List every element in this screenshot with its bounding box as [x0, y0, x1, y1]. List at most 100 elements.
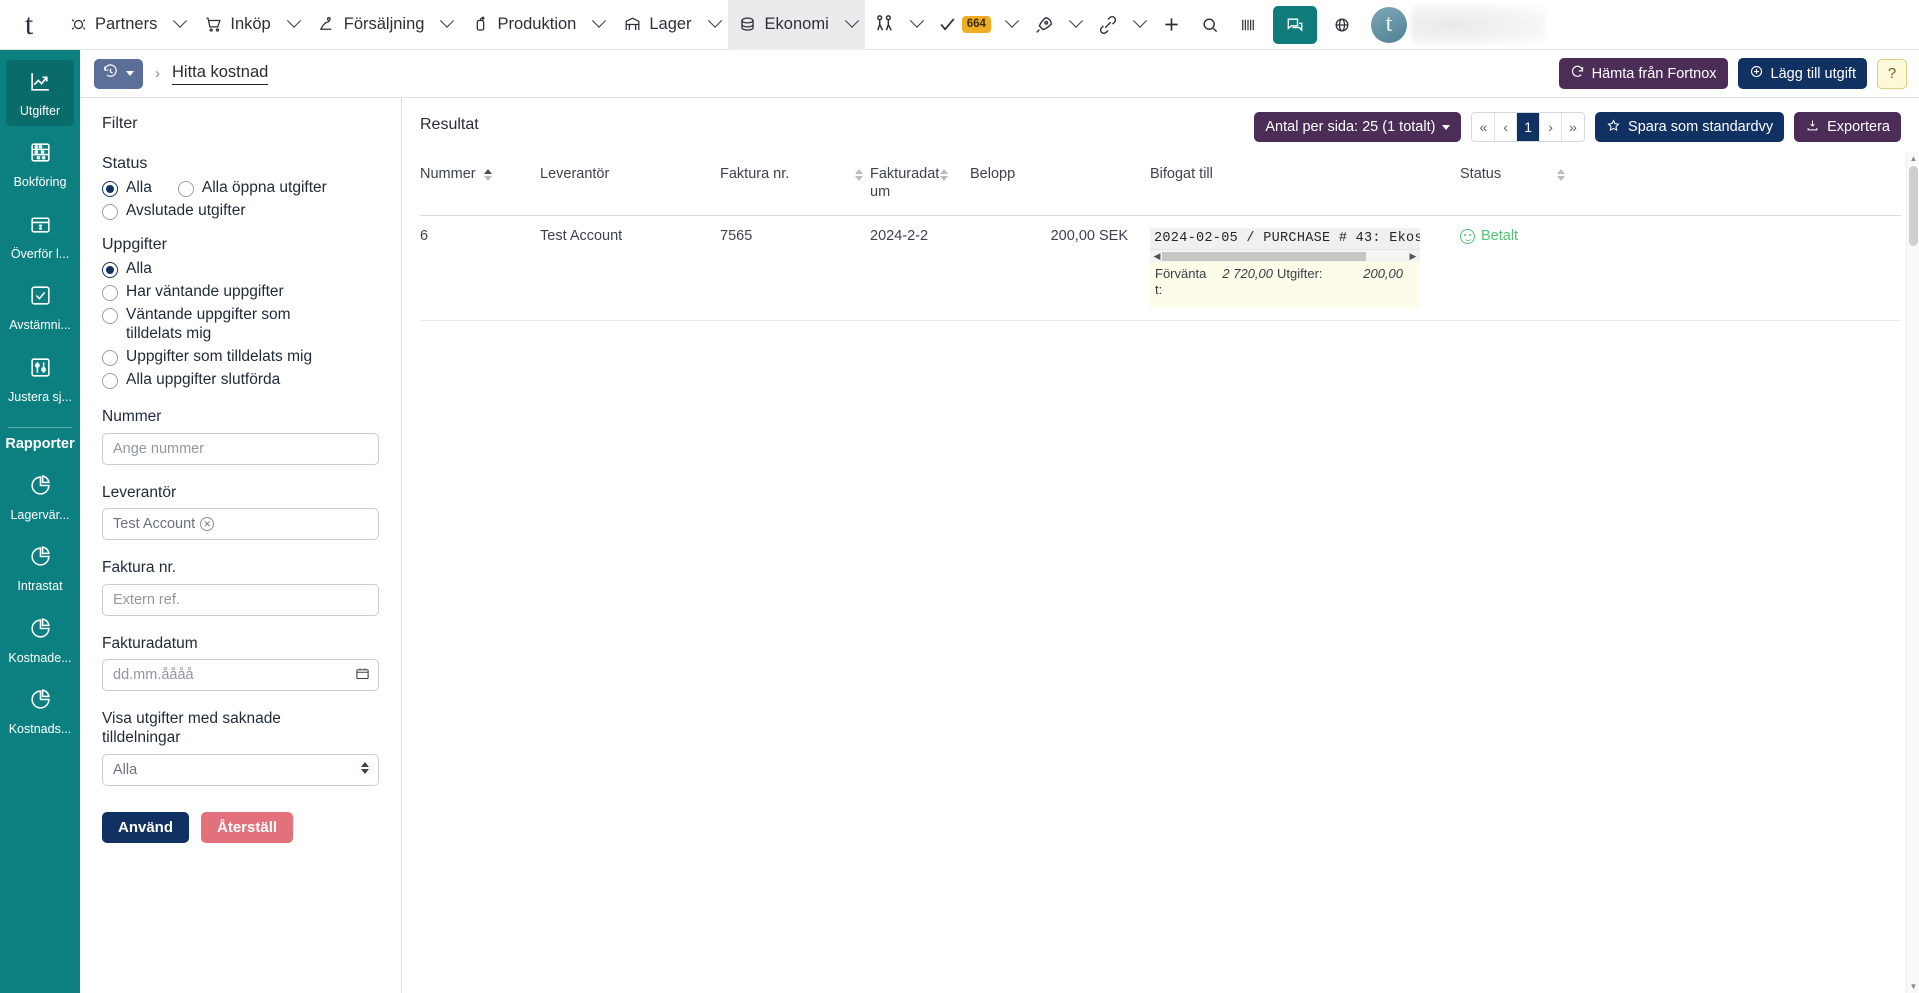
reset-button[interactable]: Återställ [201, 812, 293, 843]
radio-input[interactable] [102, 373, 118, 389]
sidebar-item-label: Bokföring [14, 175, 67, 189]
globe-icon[interactable] [1323, 0, 1361, 50]
box-dollar-icon [28, 212, 53, 242]
sort-icon[interactable] [940, 169, 949, 181]
tasks-option-tilldelats-mig[interactable]: Uppgifter som tilldelats mig [102, 347, 379, 367]
column-header-leverantor[interactable]: Leverantör [540, 152, 720, 216]
pagination-next[interactable]: › [1540, 113, 1562, 141]
nav-menu-inkop[interactable]: Inköp [193, 0, 280, 50]
invoice-date-input[interactable] [102, 659, 379, 691]
number-field-label: Nummer [102, 407, 379, 426]
fetch-fortnox-button[interactable]: Hämta från Fortnox [1559, 58, 1728, 89]
column-header-nummer[interactable]: Nummer [420, 152, 540, 216]
scroll-thumb[interactable] [1162, 252, 1366, 261]
page-title[interactable]: Hitta kostnad [172, 63, 268, 85]
link-caret[interactable] [1127, 0, 1153, 50]
invoice-no-input[interactable] [102, 584, 379, 616]
sidebar-item-utgifter[interactable]: Utgifter [6, 60, 74, 126]
history-button[interactable] [94, 59, 143, 89]
sort-icon[interactable] [1557, 169, 1566, 181]
missing-alloc-select[interactable]: Alla [102, 754, 379, 786]
tasks-caret[interactable] [999, 0, 1025, 50]
sidebar-item-bokforing[interactable]: Bokföring [6, 131, 74, 197]
scroll-track[interactable] [1162, 252, 1408, 261]
sidebar-item-lagervarde[interactable]: Lagervär... [6, 464, 74, 530]
nav-caret-ekonomi[interactable] [839, 0, 865, 50]
search-icon[interactable] [1191, 0, 1229, 50]
clear-circle-icon[interactable]: ✕ [200, 517, 214, 531]
radio-input[interactable] [102, 181, 118, 197]
nav-caret-partners[interactable] [167, 0, 193, 50]
tasks-option-har-vantande[interactable]: Har väntande uppgifter [102, 282, 379, 302]
export-button[interactable]: Exportera [1794, 112, 1901, 142]
radio-input[interactable] [102, 262, 118, 278]
nav-menu-forsaljning[interactable]: Försäljning [307, 0, 435, 50]
people-caret[interactable] [904, 0, 930, 50]
link-icon[interactable] [1089, 0, 1127, 50]
tasks-check-button[interactable]: 664 [930, 0, 999, 50]
nav-caret-forsaljning[interactable] [434, 0, 460, 50]
chat-icon[interactable] [1273, 6, 1317, 44]
pagination-last[interactable]: » [1562, 113, 1584, 141]
supplier-input[interactable]: Test Account ✕ [102, 508, 379, 540]
column-header-faktura-nr[interactable]: Faktura nr. [720, 152, 870, 216]
sidebar-item-intrastat[interactable]: Intrastat [6, 535, 74, 601]
pagination-first[interactable]: « [1472, 113, 1495, 141]
sidebar-item-overfor[interactable]: Överför l... [6, 203, 74, 269]
radio-input[interactable] [102, 204, 118, 220]
radio-input[interactable] [102, 308, 118, 324]
sidebar-item-kostnader[interactable]: Kostnade... [6, 607, 74, 673]
scroll-right-icon[interactable]: ▶ [1408, 251, 1418, 262]
status-option-alla-oppna[interactable]: Alla öppna utgifter [178, 178, 327, 198]
scroll-thumb[interactable] [1909, 166, 1918, 246]
user-avatar[interactable]: t [1371, 7, 1407, 43]
column-header-belopp[interactable]: Belopp [970, 152, 1150, 216]
nav-caret-produktion[interactable] [586, 0, 612, 50]
status-option-avslutade[interactable]: Avslutade utgifter [102, 201, 379, 221]
sidebar-item-avstamning[interactable]: Avstämni... [6, 274, 74, 340]
pagination-page-1[interactable]: 1 [1517, 113, 1540, 141]
nav-menu-partners[interactable]: Partners [58, 0, 167, 50]
rocket-icon[interactable] [1025, 0, 1063, 50]
apply-button[interactable]: Använd [102, 812, 189, 843]
tasks-option-slutforda[interactable]: Alla uppgifter slutförda [102, 370, 379, 390]
nav-menu-lager[interactable]: Lager [612, 0, 701, 50]
scroll-up-icon[interactable]: ▲ [1909, 154, 1918, 163]
nav-caret-lager[interactable] [702, 0, 728, 50]
radio-input[interactable] [178, 181, 194, 197]
radio-input[interactable] [102, 350, 118, 366]
add-expense-button[interactable]: Lägg till utgift [1738, 58, 1867, 89]
number-input[interactable] [102, 433, 379, 465]
attachment-hscrollbar[interactable]: ◀ ▶ [1150, 249, 1420, 262]
brand-logo[interactable]: t [0, 0, 58, 50]
help-button[interactable]: ? [1877, 59, 1907, 89]
sidebar-item-kostnadsstallen[interactable]: Kostnads... [6, 678, 74, 744]
rocket-caret[interactable] [1063, 0, 1089, 50]
sort-icon[interactable] [484, 169, 493, 181]
save-default-view-button[interactable]: Spara som standardvy [1595, 112, 1784, 142]
barcode-icon[interactable] [1229, 0, 1267, 50]
nav-menu-ekonomi[interactable]: Ekonomi [728, 0, 839, 50]
per-page-dropdown[interactable]: Antal per sida: 25 (1 totalt) [1254, 112, 1461, 142]
column-header-fakturadatum[interactable]: Fakturadat um [870, 152, 970, 216]
column-header-bifogat-till[interactable]: Bifogat till [1150, 152, 1460, 216]
people-icon[interactable] [865, 0, 904, 50]
top-navigation: t Partners Inköp Försäljning Produktion … [0, 0, 1919, 50]
scroll-down-icon[interactable]: ▼ [1909, 982, 1918, 991]
attachment-header[interactable]: 2024-02-05 / PURCHASE # 43: Ekosh [1150, 228, 1420, 249]
nav-menu-produktion[interactable]: Produktion [460, 0, 586, 50]
nav-caret-inkop[interactable] [281, 0, 307, 50]
pagination-prev[interactable]: ‹ [1495, 113, 1517, 141]
table-row[interactable]: 6 Test Account 7565 2024-2-2 200,00 SEK … [420, 216, 1901, 320]
sort-icon[interactable] [855, 169, 864, 181]
plus-icon[interactable] [1153, 0, 1191, 50]
sidebar-item-justera[interactable]: Justera sj... [6, 346, 74, 412]
tasks-option-vantande-tilldelats[interactable]: Väntande uppgifter som tilldelats mig [102, 305, 379, 344]
column-header-status[interactable]: Status [1460, 152, 1901, 216]
scroll-left-icon[interactable]: ◀ [1152, 251, 1162, 262]
calendar-icon[interactable] [355, 666, 370, 686]
tasks-option-alla[interactable]: Alla [102, 259, 379, 279]
status-option-alla[interactable]: Alla [102, 178, 152, 198]
result-vertical-scrollbar[interactable]: ▲ ▼ [1906, 152, 1919, 993]
radio-input[interactable] [102, 285, 118, 301]
